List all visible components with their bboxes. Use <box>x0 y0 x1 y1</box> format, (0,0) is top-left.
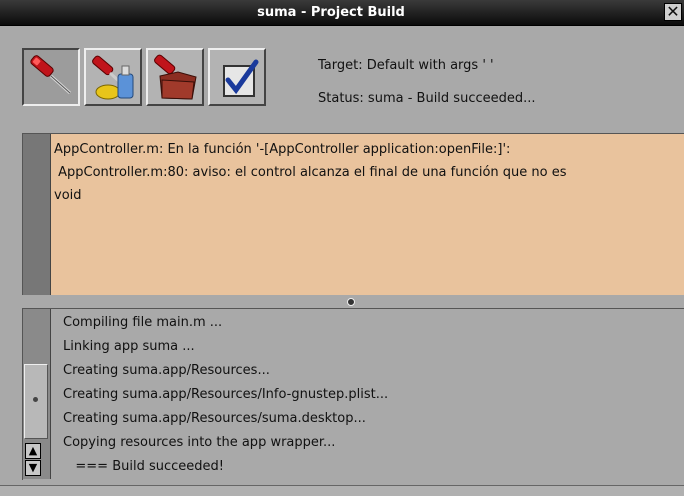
scroll-knob[interactable] <box>24 364 48 439</box>
scroll-up-button[interactable]: ▲ <box>25 443 41 459</box>
error-list[interactable]: AppController.m: En la función '-[AppCon… <box>22 133 684 295</box>
install-button[interactable] <box>146 48 204 106</box>
scroll-down-button[interactable]: ▼ <box>25 460 41 476</box>
log-line: Creating suma.app/Resources/Info-gnustep… <box>63 387 389 402</box>
splitter-handle-icon[interactable] <box>347 298 355 306</box>
log-scrollbar[interactable]: ▲ ▼ <box>23 309 51 479</box>
log-line: Linking app suma ... <box>63 339 195 354</box>
folder-tool-icon <box>154 54 197 100</box>
log-line: Copying resources into the app wrapper..… <box>63 435 336 450</box>
build-status-label: Status: suma - Build succeeded... <box>318 91 536 106</box>
checkmark-icon <box>223 59 259 97</box>
close-icon: ✕ <box>666 2 680 21</box>
pane-splitter[interactable] <box>0 295 684 308</box>
bottom-strip <box>0 485 684 496</box>
error-line: void <box>54 188 82 203</box>
cleaner-bottle-icon <box>92 55 134 100</box>
clean-button[interactable] <box>84 48 142 106</box>
error-text: AppController.m: En la función '-[AppCon… <box>54 138 679 207</box>
build-log[interactable]: ▲ ▼ Compiling file main.m ... Linking ap… <box>22 308 684 480</box>
knob-dimple-icon <box>33 397 38 402</box>
log-line: Creating suma.app/Resources/suma.desktop… <box>63 411 366 426</box>
error-line: AppController.m: En la función '-[AppCon… <box>54 142 511 157</box>
error-line: AppController.m:80: aviso: el control al… <box>54 165 567 180</box>
log-line: === Build succeeded! <box>63 459 224 474</box>
title-bar[interactable]: suma - Project Build ✕ <box>0 0 684 26</box>
build-target-label: Target: Default with args ' ' <box>318 58 494 73</box>
error-scroller[interactable] <box>23 134 51 295</box>
log-line: Creating suma.app/Resources... <box>63 363 270 378</box>
close-button[interactable]: ✕ <box>664 3 682 21</box>
window-title: suma - Project Build <box>257 5 405 20</box>
log-line: Compiling file main.m ... <box>63 315 223 330</box>
build-button[interactable] <box>22 48 80 106</box>
options-button[interactable] <box>208 48 266 106</box>
screwdriver-icon <box>30 55 72 95</box>
